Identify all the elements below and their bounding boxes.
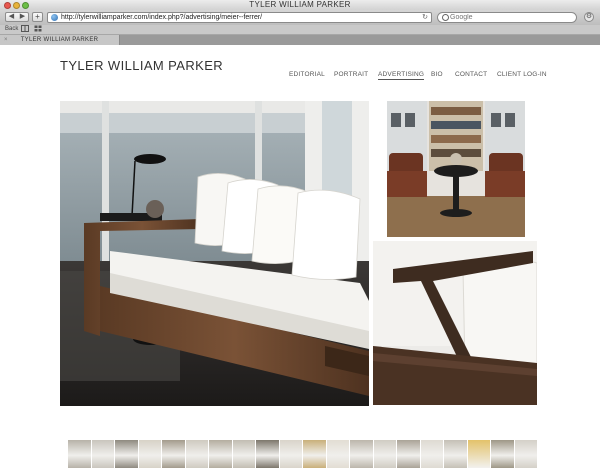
filmstrip-thumbnail[interactable] xyxy=(68,440,91,468)
bottom-right-photo[interactable] xyxy=(373,241,537,405)
filmstrip-thumbnail[interactable] xyxy=(467,440,490,468)
browser-toolbar: ◀ ▶ + http://tylerwilliamparker.com/index… xyxy=(0,10,600,25)
back-forward-buttons: ◀ ▶ xyxy=(5,12,29,22)
sofa-armrest-detail-image xyxy=(373,241,537,405)
nav-client-log-in[interactable]: CLIENT LOG-IN xyxy=(497,71,547,78)
nav-bio[interactable]: BIO xyxy=(431,71,443,78)
bookmarks-bar: Back xyxy=(0,25,600,35)
filmstrip-thumbnail[interactable] xyxy=(350,440,373,468)
address-bar[interactable]: http://tylerwilliamparker.com/index.php?… xyxy=(47,12,432,23)
filmstrip-thumbnail[interactable] xyxy=(185,440,208,468)
filmstrip-thumbnail[interactable] xyxy=(514,440,537,468)
filmstrip-thumbnail[interactable] xyxy=(209,440,232,468)
filmstrip-thumbnail[interactable] xyxy=(91,440,114,468)
filmstrip-thumbnail[interactable] xyxy=(279,440,302,468)
bookmark-back[interactable]: Back xyxy=(5,25,18,34)
filmstrip-thumbnail[interactable] xyxy=(256,440,279,468)
search-input[interactable] xyxy=(450,13,570,22)
tab-tyler-william-parker[interactable]: × TYLER WILLIAM PARKER xyxy=(0,35,120,45)
filmstrip-thumbnail[interactable] xyxy=(420,440,443,468)
main-photo[interactable] xyxy=(60,101,369,406)
tab-bar: × TYLER WILLIAM PARKER xyxy=(0,35,600,45)
window-titlebar: TYLER WILLIAM PARKER xyxy=(0,0,600,10)
reload-icon[interactable]: ↻ xyxy=(422,13,428,22)
living-room-sofa-image xyxy=(60,101,369,406)
new-tab-button[interactable]: + xyxy=(32,12,43,22)
globe-icon xyxy=(51,14,58,21)
filmstrip-thumbnail[interactable] xyxy=(326,440,349,468)
top-right-photo[interactable] xyxy=(387,101,525,237)
url-text[interactable]: http://tylerwilliamparker.com/index.php?… xyxy=(61,13,262,22)
thumbnail-filmstrip xyxy=(68,440,538,468)
filmstrip-thumbnail[interactable] xyxy=(232,440,255,468)
filmstrip-thumbnail[interactable] xyxy=(115,440,138,468)
gear-icon[interactable]: ⚙ xyxy=(584,12,594,22)
close-tab-icon[interactable]: × xyxy=(4,35,8,45)
library-armchairs-image xyxy=(387,101,525,237)
filmstrip-thumbnail[interactable] xyxy=(138,440,161,468)
nav-editorial[interactable]: EDITORIAL xyxy=(289,71,325,78)
nav-advertising[interactable]: ADVERTISING xyxy=(378,71,425,80)
filmstrip-thumbnail[interactable] xyxy=(491,440,514,468)
window-title: TYLER WILLIAM PARKER xyxy=(249,0,351,9)
filmstrip-thumbnail[interactable] xyxy=(373,440,396,468)
back-arrow-icon[interactable]: ◀ xyxy=(6,13,17,21)
search-icon xyxy=(442,14,449,21)
nav-contact[interactable]: CONTACT xyxy=(455,71,487,78)
filmstrip-thumbnail[interactable] xyxy=(444,440,467,468)
site-title[interactable]: TYLER WILLIAM PARKER xyxy=(60,58,223,73)
search-field[interactable] xyxy=(437,12,577,23)
filmstrip-thumbnail[interactable] xyxy=(397,440,420,468)
nav-portrait[interactable]: PORTRAIT xyxy=(334,71,368,78)
forward-arrow-icon[interactable]: ▶ xyxy=(17,13,28,21)
filmstrip-thumbnail[interactable] xyxy=(162,440,185,468)
filmstrip-thumbnail[interactable] xyxy=(303,440,326,468)
tab-label: TYLER WILLIAM PARKER xyxy=(20,37,99,43)
